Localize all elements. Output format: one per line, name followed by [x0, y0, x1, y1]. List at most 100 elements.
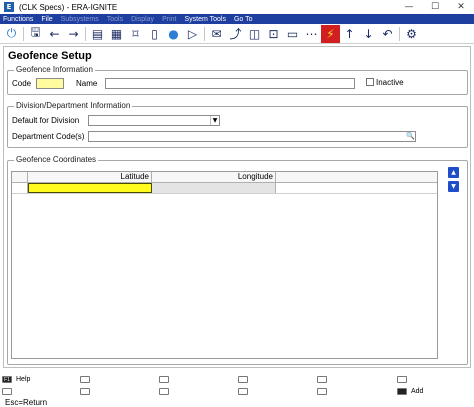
geofence-coordinates-legend: Geofence Coordinates — [14, 155, 99, 164]
notes-icon[interactable]: ▤ — [88, 25, 107, 43]
email-icon[interactable]: ✉ — [207, 25, 226, 43]
key-f11 — [397, 376, 407, 383]
add-label: Add — [411, 388, 424, 395]
longitude-column-header[interactable]: Longitude — [152, 172, 276, 182]
window-controls: — ☐ ✕ — [396, 0, 474, 14]
chart-icon[interactable]: ⤴ — [226, 25, 245, 43]
document-icon[interactable]: ▯ — [145, 25, 164, 43]
extra-column-header — [276, 172, 437, 182]
back-arrow-icon[interactable]: ← — [45, 25, 64, 43]
name-input[interactable] — [105, 78, 355, 89]
menu-bar: Functions File Subsystems Tools Display … — [0, 14, 474, 24]
menu-subsystems[interactable]: Subsystems — [61, 16, 99, 23]
message-icon[interactable]: ◫ — [245, 25, 264, 43]
toolbar-separator — [85, 26, 86, 41]
key-f7 — [238, 376, 248, 383]
department-codes-input[interactable]: 🔍 — [88, 131, 416, 142]
key-f10 — [317, 388, 327, 395]
f7-key[interactable] — [238, 376, 248, 383]
f5-key[interactable] — [159, 376, 169, 383]
lookup-icon[interactable]: 🔍 — [406, 132, 415, 141]
key-add — [397, 388, 407, 395]
key-f9 — [317, 376, 327, 383]
row-selector[interactable] — [12, 183, 28, 193]
f1-help-key[interactable]: F1 Help — [2, 376, 30, 383]
main-panel: Geofence Setup Geofence Information Code… — [3, 46, 471, 368]
chevron-down-icon[interactable]: ▼ — [210, 116, 219, 125]
f6-key[interactable] — [159, 388, 169, 395]
department-codes-label: Department Code(s) — [12, 132, 85, 141]
key-f5 — [159, 376, 169, 383]
page-title: Geofence Setup — [8, 50, 92, 62]
key-f8 — [238, 388, 248, 395]
division-department-legend: Division/Department Information — [14, 101, 133, 110]
f1-label: Help — [16, 376, 31, 383]
latitude-cell[interactable] — [28, 183, 152, 193]
latitude-column-header[interactable]: Latitude — [28, 172, 152, 182]
minimize-button[interactable]: — — [396, 0, 422, 14]
message-dots-icon[interactable]: ⋯ — [302, 25, 321, 43]
play-icon[interactable]: ▷ — [183, 25, 202, 43]
maximize-button[interactable]: ☐ — [422, 0, 448, 14]
f2-key[interactable] — [2, 388, 12, 395]
power-icon[interactable]: ⏻ — [2, 25, 21, 43]
user-icon[interactable]: ● — [164, 25, 183, 43]
default-division-select[interactable]: ▼ — [88, 115, 220, 126]
code-input[interactable] — [36, 78, 64, 89]
menu-print[interactable]: Print — [162, 16, 176, 23]
inactive-checkbox[interactable] — [366, 78, 374, 86]
extra-cell — [276, 183, 437, 193]
f9-key[interactable] — [317, 376, 327, 383]
grid-header: Latitude Longitude — [12, 172, 437, 183]
scroll-up-icon[interactable]: ▲ — [448, 167, 459, 178]
f8-key[interactable] — [238, 388, 248, 395]
chat-icon[interactable]: ▭ — [283, 25, 302, 43]
forward-arrow-icon[interactable]: → — [64, 25, 83, 43]
bookmark-icon[interactable]: ⌑ — [126, 25, 145, 43]
down-arrow-icon[interactable]: ↓ — [359, 25, 378, 43]
grid-corner — [12, 172, 28, 182]
launch-icon[interactable]: ⚡ — [321, 24, 340, 43]
f4-key[interactable] — [80, 388, 90, 395]
close-button[interactable]: ✕ — [448, 0, 474, 14]
inbox-icon[interactable]: ⊡ — [264, 25, 283, 43]
menu-functions[interactable]: Functions — [3, 16, 33, 23]
key-f4 — [80, 388, 90, 395]
title-bar: E (CLK Specs) - ERA-IGNITE — ☐ ✕ — [0, 0, 474, 14]
undo-icon[interactable]: ↶ — [378, 25, 397, 43]
f3-key[interactable] — [80, 376, 90, 383]
menu-system-tools[interactable]: System Tools — [184, 16, 226, 23]
key-f3 — [80, 376, 90, 383]
menu-file[interactable]: File — [41, 16, 52, 23]
toolbar-separator — [204, 26, 205, 41]
toolbar: ⏻ 🖫 ← → ▤ ▦ ⌑ ▯ ● ▷ ✉ ⤴ ◫ ⊡ ▭ ⋯ ⚡ ↑ ↓ ↶ … — [0, 24, 474, 44]
menu-tools[interactable]: Tools — [107, 16, 123, 23]
key-f2 — [2, 388, 12, 395]
table-row — [12, 183, 437, 194]
calendar-icon[interactable]: ▦ — [107, 25, 126, 43]
up-arrow-icon[interactable]: ↑ — [340, 25, 359, 43]
save-icon[interactable]: 🖫 — [26, 25, 45, 43]
status-bar: Esc=Return — [5, 398, 48, 407]
name-label: Name — [76, 79, 98, 88]
default-division-label: Default for Division — [12, 116, 80, 125]
menu-display[interactable]: Display — [131, 16, 154, 23]
toolbar-separator — [399, 26, 400, 41]
app-icon: E — [4, 2, 14, 12]
settings-icon[interactable]: ⚙ — [402, 25, 421, 43]
menu-go-to[interactable]: Go To — [234, 16, 253, 23]
longitude-cell[interactable] — [152, 183, 276, 193]
geofence-information-legend: Geofence Information — [14, 65, 95, 74]
inactive-label: Inactive — [376, 78, 404, 87]
window-title: (CLK Specs) - ERA-IGNITE — [19, 2, 118, 12]
scroll-down-icon[interactable]: ▼ — [448, 181, 459, 192]
add-key[interactable]: Add — [397, 388, 423, 395]
function-key-bar: F1 Help Add — [0, 372, 474, 396]
code-label: Code — [12, 79, 32, 88]
f10-key[interactable] — [317, 388, 327, 395]
f11-key[interactable] — [397, 376, 407, 383]
toolbar-separator — [23, 26, 24, 41]
key-f6 — [159, 388, 169, 395]
key-f1: F1 — [2, 376, 12, 383]
coordinates-grid: Latitude Longitude — [11, 171, 438, 359]
